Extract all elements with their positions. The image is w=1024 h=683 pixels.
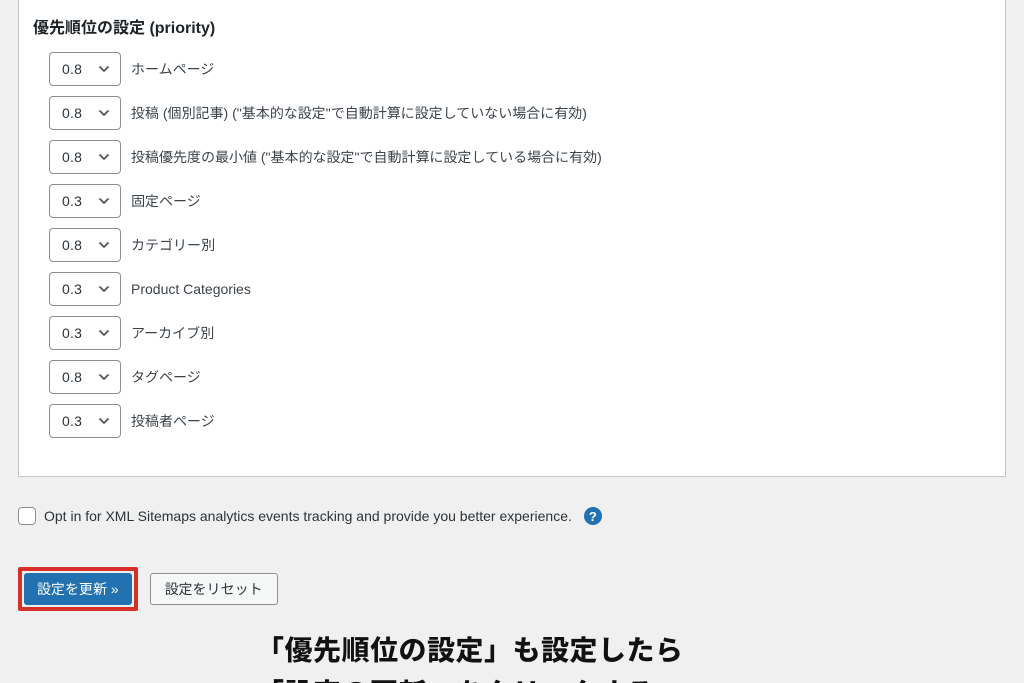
button-row: 設定を更新 » 設定をリセット <box>0 525 1024 611</box>
chevron-down-icon <box>98 195 110 207</box>
annotation-line-2: 「設定の更新」をクリックする <box>256 672 1024 683</box>
priority-row-post-min: 0.8 投稿優先度の最小値 ("基本的な設定"で自動計算に設定している場合に有効… <box>49 140 997 174</box>
priority-select-authors[interactable]: 0.3 <box>49 404 121 438</box>
row-label: 固定ページ <box>131 191 201 211</box>
select-value: 0.3 <box>62 413 82 429</box>
priority-select-archives[interactable]: 0.3 <box>49 316 121 350</box>
select-value: 0.8 <box>62 369 82 385</box>
optin-checkbox[interactable] <box>18 507 36 525</box>
row-label: 投稿優先度の最小値 ("基本的な設定"で自動計算に設定している場合に有効) <box>131 147 602 167</box>
help-icon[interactable]: ? <box>584 507 602 525</box>
select-value: 0.3 <box>62 325 82 341</box>
select-value: 0.8 <box>62 237 82 253</box>
chevron-down-icon <box>98 371 110 383</box>
below-panel: Opt in for XML Sitemaps analytics events… <box>0 477 1024 525</box>
priority-select-categories[interactable]: 0.8 <box>49 228 121 262</box>
priority-row-homepage: 0.8 ホームページ <box>49 52 997 86</box>
row-label: Product Categories <box>131 281 251 297</box>
chevron-down-icon <box>98 107 110 119</box>
row-label: 投稿 (個別記事) ("基本的な設定"で自動計算に設定していない場合に有効) <box>131 103 587 123</box>
select-value: 0.8 <box>62 105 82 121</box>
priority-row-product-categories: 0.3 Product Categories <box>49 272 997 306</box>
reset-settings-button[interactable]: 設定をリセット <box>150 573 278 605</box>
annotation-line-1: 「優先順位の設定」も設定したら <box>256 629 1024 672</box>
priority-select-post-min[interactable]: 0.8 <box>49 140 121 174</box>
row-label: 投稿者ページ <box>131 411 215 431</box>
priority-row-posts: 0.8 投稿 (個別記事) ("基本的な設定"で自動計算に設定していない場合に有… <box>49 96 997 130</box>
panel-inner: 優先順位の設定 (priority) 0.8 ホームページ 0.8 投稿 (個別… <box>19 0 1005 476</box>
priority-row-tags: 0.8 タグページ <box>49 360 997 394</box>
chevron-down-icon <box>98 283 110 295</box>
instruction-annotation: 「優先順位の設定」も設定したら 「設定の更新」をクリックする <box>0 611 1024 683</box>
priority-select-product-categories[interactable]: 0.3 <box>49 272 121 306</box>
chevron-down-icon <box>98 239 110 251</box>
row-label: ホームページ <box>131 59 214 79</box>
priority-row-authors: 0.3 投稿者ページ <box>49 404 997 438</box>
chevron-down-icon <box>98 415 110 427</box>
priority-row-archives: 0.3 アーカイブ別 <box>49 316 997 350</box>
chevron-down-icon <box>98 151 110 163</box>
priority-row-categories: 0.8 カテゴリー別 <box>49 228 997 262</box>
select-value: 0.8 <box>62 149 82 165</box>
priority-settings-panel: 優先順位の設定 (priority) 0.8 ホームページ 0.8 投稿 (個別… <box>18 0 1006 477</box>
select-value: 0.3 <box>62 193 82 209</box>
select-value: 0.3 <box>62 281 82 297</box>
save-settings-button[interactable]: 設定を更新 » <box>24 573 132 605</box>
chevron-down-icon <box>98 327 110 339</box>
optin-row: Opt in for XML Sitemaps analytics events… <box>18 507 1006 525</box>
priority-select-tags[interactable]: 0.8 <box>49 360 121 394</box>
primary-button-highlight: 設定を更新 » <box>18 567 138 611</box>
priority-select-pages[interactable]: 0.3 <box>49 184 121 218</box>
chevron-down-icon <box>98 63 110 75</box>
select-value: 0.8 <box>62 61 82 77</box>
row-label: アーカイブ別 <box>131 323 214 343</box>
row-label: タグページ <box>131 367 201 387</box>
settings-page: 優先順位の設定 (priority) 0.8 ホームページ 0.8 投稿 (個別… <box>0 0 1024 683</box>
optin-label: Opt in for XML Sitemaps analytics events… <box>44 508 572 524</box>
priority-select-posts[interactable]: 0.8 <box>49 96 121 130</box>
priority-rows: 0.8 ホームページ 0.8 投稿 (個別記事) ("基本的な設定"で自動計算に… <box>19 52 1005 438</box>
priority-row-pages: 0.3 固定ページ <box>49 184 997 218</box>
panel-title: 優先順位の設定 (priority) <box>19 4 1005 52</box>
row-label: カテゴリー別 <box>131 235 215 255</box>
priority-select-homepage[interactable]: 0.8 <box>49 52 121 86</box>
